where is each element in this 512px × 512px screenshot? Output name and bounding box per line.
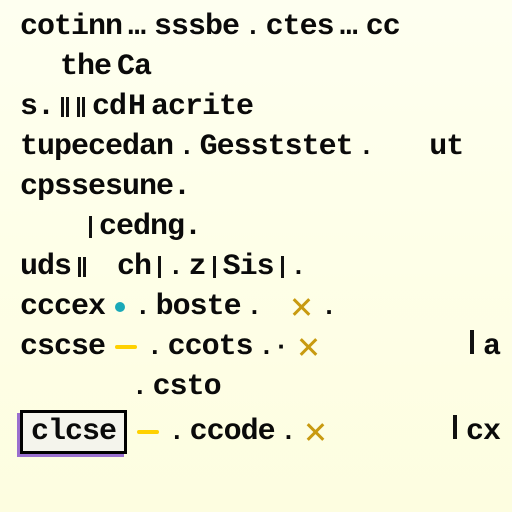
dot: . <box>245 12 260 42</box>
dot: . <box>291 252 306 282</box>
pipe-icon <box>281 256 284 278</box>
text-line-8: cscse . ccots .· a <box>20 330 506 364</box>
highlight-marker-icon <box>115 345 137 349</box>
dot: . <box>168 252 183 282</box>
word: clcse <box>31 415 116 449</box>
word: a <box>483 330 500 364</box>
dot-marker-icon <box>115 302 125 312</box>
cross-icon <box>291 297 311 317</box>
word: cotinn <box>20 10 122 44</box>
pipe-icon <box>89 216 92 238</box>
word: ccots <box>168 330 253 364</box>
word: ccode <box>190 415 275 449</box>
caret-marker-icon <box>77 257 87 277</box>
text-line-9: . csto <box>20 370 506 404</box>
text-line-4: cpssesune. <box>20 170 506 204</box>
word: ch <box>117 250 151 284</box>
word: Gesststet <box>200 130 353 164</box>
word: cd <box>92 90 126 124</box>
word: cc <box>366 10 400 44</box>
dot: . <box>281 417 296 447</box>
dot: . <box>321 292 336 322</box>
word: cx <box>466 415 500 449</box>
caret-marker-icon <box>76 97 86 117</box>
pipe-icon <box>470 330 474 354</box>
word: the <box>60 50 111 84</box>
cross-icon <box>305 422 325 442</box>
word: sssbe <box>154 10 239 44</box>
char: H <box>128 90 145 124</box>
pipe-icon <box>213 256 216 278</box>
dot: . <box>135 292 150 322</box>
word: ut <box>429 130 463 164</box>
word: uds <box>20 250 71 284</box>
pipe-icon <box>158 256 161 278</box>
pipe-icon <box>453 415 457 439</box>
word: cccex <box>20 290 105 324</box>
word: csto <box>153 370 221 404</box>
boxed-cell: clcse <box>20 410 127 454</box>
text-line-2: s. cd H acrite <box>20 90 506 124</box>
right-cell: a <box>464 330 500 364</box>
text-line-0: cotinn … sssbe . ctes … cc <box>20 10 506 44</box>
dashes: .· <box>259 332 288 362</box>
right-cell: cx <box>447 415 500 449</box>
word: cedng. <box>99 210 201 244</box>
highlight-marker-icon <box>137 430 159 434</box>
word: boste <box>156 290 241 324</box>
dot: . <box>247 292 262 322</box>
text-line-3: tupecedan . Gesststet . ut <box>20 130 506 164</box>
text-line-10: clcse . ccode . cx <box>20 410 506 454</box>
word: s. <box>20 90 54 124</box>
word: cpssesune. <box>20 170 190 204</box>
ellipsis: … <box>340 10 360 44</box>
word: z <box>189 250 206 284</box>
dot: . <box>179 132 194 162</box>
word: cscse <box>20 330 105 364</box>
text-line-1: the Ca <box>20 50 506 84</box>
text-line-7: cccex . boste . . <box>20 290 506 324</box>
word: Ca <box>117 50 151 84</box>
cross-icon <box>298 337 318 357</box>
dot: . <box>147 332 162 362</box>
dot: . <box>359 132 374 162</box>
word: tupecedan <box>20 130 173 164</box>
word: ctes <box>266 10 334 44</box>
ellipsis: … <box>128 10 148 44</box>
dot: . <box>132 372 147 402</box>
word: acrite <box>151 90 253 124</box>
text-line-6: uds ch . z Sis . <box>20 250 506 284</box>
caret-marker-icon <box>60 97 70 117</box>
dot: . <box>169 417 184 447</box>
text-line-5: cedng. <box>20 210 506 244</box>
word: Sis <box>223 250 274 284</box>
